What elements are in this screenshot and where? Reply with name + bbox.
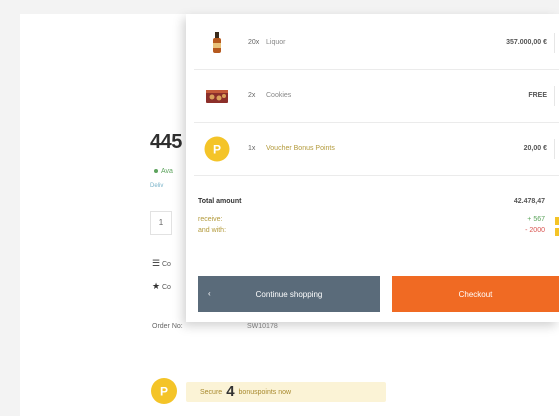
stock-status: Ava	[154, 168, 173, 175]
bonus-prefix: Secure	[200, 389, 223, 396]
stock-dot-icon	[154, 169, 158, 174]
star-icon: ★	[152, 281, 161, 291]
cart-totals: Total amount 42.478,47 receive: + 567 an…	[198, 192, 559, 238]
cart-coin-letter: P	[213, 143, 221, 157]
total-value: 42.478,47	[513, 198, 545, 205]
bonus-coin-icon: P	[151, 378, 177, 404]
points-coin-marker-icon	[555, 228, 559, 236]
order-number-label: Order No:	[152, 323, 183, 330]
list-icon: ☰	[152, 258, 161, 268]
continue-shopping-button[interactable]: ‹ Continue shopping	[198, 276, 380, 312]
cart-item-price: 357.000,00 €	[506, 39, 547, 46]
points-receive-label: receive:	[198, 216, 223, 223]
cart-item-price: FREE	[528, 92, 547, 99]
cart-dropdown: 20x Liquor 357.000,00 € 2x Cookies FREE …	[186, 14, 559, 322]
cart-item[interactable]: P 1x Voucher Bonus Points 20,00 €	[194, 123, 559, 176]
bonus-points-count: 4	[226, 383, 235, 400]
bonus-coin-icon: P	[204, 136, 230, 162]
quantity-select[interactable]: 1	[150, 211, 172, 235]
order-number-value: SW10178	[247, 323, 278, 330]
wishlist-link[interactable]: ★ Co	[152, 281, 171, 292]
bottle-icon	[213, 32, 221, 53]
cookie-box-icon	[206, 90, 228, 103]
cart-item-qty: 2x	[248, 92, 256, 99]
delivery-info: Deliv	[150, 183, 164, 189]
cart-item[interactable]: 20x Liquor 357.000,00 €	[194, 17, 559, 70]
points-receive-value: + 567	[527, 216, 545, 223]
cart-item-name[interactable]: Cookies	[266, 92, 291, 99]
bonus-points-text: Secure 4 bonuspoints now	[186, 382, 386, 402]
points-spend-row: and with: - 2000	[198, 227, 559, 238]
bonus-suffix: bonuspoints now	[238, 389, 292, 396]
compare-label: Co	[162, 261, 171, 268]
points-coin-marker-icon	[555, 217, 559, 225]
remove-item-handle[interactable]	[554, 33, 559, 53]
points-receive-row: receive: + 567	[198, 216, 559, 227]
checkout-label: Checkout	[458, 290, 493, 299]
bonus-points-banner: P Secure 4 bonuspoints now	[150, 377, 388, 405]
remove-item-handle[interactable]	[554, 86, 559, 106]
cart-item[interactable]: 2x Cookies FREE	[194, 70, 559, 123]
points-spend-value: - 2000	[525, 227, 545, 234]
total-label: Total amount	[198, 198, 242, 205]
product-price: 445	[150, 131, 182, 153]
points-spend-label: and with:	[198, 227, 227, 234]
cart-item-qty: 1x	[248, 145, 256, 152]
checkout-button[interactable]: Checkout	[392, 276, 559, 312]
bonus-coin-letter: P	[160, 385, 168, 399]
cart-item-price: 20,00 €	[523, 145, 547, 152]
stock-status-label: Ava	[161, 168, 173, 175]
cart-item-qty: 20x	[248, 39, 260, 46]
wishlist-label: Co	[162, 284, 171, 291]
continue-shopping-label: Continue shopping	[255, 290, 323, 299]
remove-item-handle[interactable]	[554, 139, 559, 159]
compare-link[interactable]: ☰ Co	[152, 258, 171, 269]
total-row: Total amount 42.478,47	[198, 192, 559, 216]
cart-item-name[interactable]: Voucher Bonus Points	[266, 145, 335, 152]
cart-item-name[interactable]: Liquor	[266, 39, 285, 46]
